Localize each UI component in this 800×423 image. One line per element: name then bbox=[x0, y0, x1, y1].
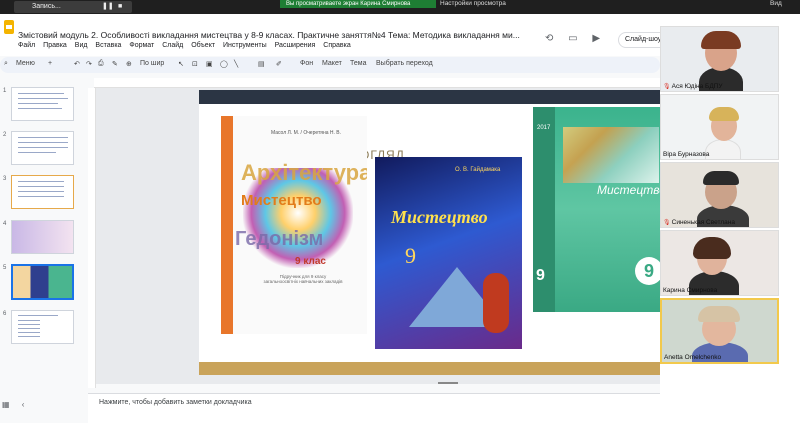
menu-search-label[interactable]: Меню bbox=[16, 60, 35, 67]
book-subtitle: Підручник для 9 класу загальноосвітніх н… bbox=[263, 274, 343, 284]
view-menu-button[interactable]: Вид bbox=[770, 0, 782, 8]
slide-thumbnail-2[interactable] bbox=[11, 131, 74, 165]
filmstrip-controls: ▦ ‹ bbox=[2, 400, 24, 409]
line-icon[interactable]: ╲ bbox=[234, 60, 238, 68]
slide-number: 4 bbox=[3, 221, 7, 227]
book-cover-1[interactable]: Масол Л. М. / Очеретяна Н. В. Архітектур… bbox=[221, 116, 367, 334]
comment-icon[interactable]: ▭ bbox=[568, 33, 577, 44]
menu-tools[interactable]: Инструменты bbox=[223, 42, 267, 49]
book-title: Мистецтво bbox=[391, 207, 488, 227]
book-grade-badge: 9 bbox=[635, 257, 660, 285]
book-title: Мистецтво bbox=[241, 192, 322, 209]
book-authors: Масол Л. М. / Очеретяна Н. В. bbox=[271, 130, 342, 136]
slide-thumbnail-1[interactable] bbox=[11, 87, 74, 121]
layout-button[interactable]: Макет bbox=[322, 60, 342, 67]
slide-number: 5 bbox=[3, 265, 7, 271]
search-icon[interactable]: ⌕ bbox=[4, 60, 8, 68]
menu-extensions[interactable]: Расширения bbox=[275, 42, 316, 49]
slide-filmstrip: 1 2 3 4 5 6 bbox=[0, 82, 88, 394]
book-grade: 9 bbox=[405, 243, 416, 268]
background-button[interactable]: Фон bbox=[300, 60, 313, 67]
vertical-ruler[interactable] bbox=[88, 88, 96, 388]
book-watermark-word: Гедонізм bbox=[235, 228, 324, 250]
grid-view-icon[interactable]: ▦ bbox=[2, 400, 10, 409]
collapse-panel-icon[interactable]: ‹ bbox=[22, 400, 25, 409]
menu-file[interactable]: Файл bbox=[18, 42, 35, 49]
book-cover-3[interactable]: 2017 Мистецтво 9 9 bbox=[533, 107, 660, 312]
participant-name: Ася Юдіна БДПУ bbox=[671, 83, 723, 90]
participant-tile-active-speaker[interactable]: Anetta Omelchenko bbox=[660, 298, 779, 364]
participant-tile[interactable]: Карина Смирнова bbox=[660, 230, 779, 296]
pause-icon[interactable]: ❚❚ bbox=[102, 1, 114, 13]
slide-number: 6 bbox=[3, 311, 7, 317]
participant-name: Карина Смирнова bbox=[663, 287, 718, 294]
theme-button[interactable]: Тема bbox=[350, 60, 366, 67]
slide-thumbnail-3[interactable] bbox=[11, 175, 74, 209]
slide-number: 3 bbox=[3, 176, 7, 182]
slide-bottom-stripe bbox=[199, 362, 660, 375]
print-icon[interactable]: ⎙ bbox=[98, 60, 104, 68]
slide-number: 2 bbox=[3, 132, 7, 138]
menu-edit[interactable]: Правка bbox=[43, 42, 67, 49]
book-cover-2[interactable]: О. В. Гайдамака Мистецтво 9 bbox=[375, 157, 522, 349]
view-settings-button[interactable]: Настройки просмотра bbox=[440, 0, 520, 8]
menu-view[interactable]: Вид bbox=[75, 42, 88, 49]
book-title: Мистецтво bbox=[597, 183, 660, 197]
speaker-notes-placeholder[interactable]: Нажмите, чтобы добавить заметки докладчи… bbox=[99, 399, 252, 406]
slide-thumbnail-5[interactable] bbox=[11, 264, 74, 300]
zoom-icon[interactable]: ⊕ bbox=[126, 60, 132, 68]
undo-icon[interactable]: ↶ bbox=[74, 60, 80, 68]
participant-tile[interactable]: Віра Бурназова bbox=[660, 94, 779, 160]
book-grade: 9 клас bbox=[295, 256, 326, 267]
participant-tile[interactable]: 🎙Ася Юдіна БДПУ bbox=[660, 26, 779, 92]
paint-format-icon[interactable]: ✎ bbox=[112, 60, 118, 68]
stop-icon[interactable]: ■ bbox=[118, 1, 122, 13]
menu-slide[interactable]: Слайд bbox=[162, 42, 183, 49]
header-actions: ⟲ ▭ ▶ bbox=[545, 33, 612, 44]
select-cursor-icon[interactable]: ↖ bbox=[178, 60, 184, 68]
editor-toolbar: ⌕ Меню + ↶ ↷ ⎙ ✎ ⊕ По шир ↖ ⊡ ▣ ◯ ╲ ▤ ✐ … bbox=[0, 57, 660, 73]
collage-image bbox=[563, 127, 659, 183]
horizontal-ruler[interactable] bbox=[94, 78, 660, 88]
participant-name: Синенькая Светлана bbox=[671, 219, 735, 226]
guitar-image bbox=[483, 273, 509, 333]
transition-button[interactable]: Выбрать переход bbox=[376, 60, 433, 67]
zoom-select[interactable]: По шир bbox=[140, 60, 164, 67]
slides-logo-icon[interactable] bbox=[4, 20, 14, 34]
book-watermark-word: Архітектура bbox=[241, 160, 367, 185]
menu-help[interactable]: Справка bbox=[323, 42, 350, 49]
pen-icon[interactable]: ✐ bbox=[276, 60, 282, 68]
recording-label: Запись... bbox=[32, 3, 61, 10]
redo-icon[interactable]: ↷ bbox=[86, 60, 92, 68]
slide-top-stripe bbox=[199, 90, 660, 104]
menu-object[interactable]: Объект bbox=[191, 42, 215, 49]
menu-format[interactable]: Формат bbox=[129, 42, 154, 49]
mic-muted-icon: 🎙 bbox=[663, 84, 671, 90]
participant-name: Віра Бурназова bbox=[663, 151, 710, 158]
menu-insert[interactable]: Вставка bbox=[95, 42, 121, 49]
menu-bar: Файл Правка Вид Вставка Формат Слайд Объ… bbox=[18, 42, 357, 49]
meet-icon[interactable]: ▶ bbox=[592, 33, 600, 44]
participant-tile[interactable]: 🎙Синенькая Светлана bbox=[660, 162, 779, 228]
shape-icon[interactable]: ◯ bbox=[220, 60, 228, 68]
history-icon[interactable]: ⟲ bbox=[545, 33, 553, 44]
text-box-icon[interactable]: ⊡ bbox=[192, 60, 198, 68]
comment-add-icon[interactable]: ▤ bbox=[258, 60, 265, 68]
add-slide-icon[interactable]: + bbox=[48, 60, 52, 67]
slide-number: 1 bbox=[3, 88, 7, 94]
mic-muted-icon: 🎙 bbox=[663, 220, 671, 226]
book-author: О. В. Гайдамака bbox=[455, 167, 501, 173]
book-spine bbox=[221, 116, 233, 334]
slide-thumbnail-4[interactable] bbox=[11, 220, 74, 254]
document-title[interactable]: Змістовий модуль 2. Особливості викладан… bbox=[18, 30, 520, 40]
participant-name: Anetta Omelchenko bbox=[664, 354, 722, 361]
horizontal-scrollbar[interactable] bbox=[438, 382, 458, 384]
image-icon[interactable]: ▣ bbox=[206, 60, 213, 68]
recording-indicator[interactable]: Запись... ❚❚ ■ bbox=[14, 1, 132, 13]
slide-thumbnail-6[interactable] bbox=[11, 310, 74, 344]
book-grade: 9 bbox=[536, 267, 545, 284]
book-year: 2017 bbox=[537, 125, 551, 131]
screen-share-banner: Вы просматриваете экран Карина Смирнова bbox=[280, 0, 436, 8]
